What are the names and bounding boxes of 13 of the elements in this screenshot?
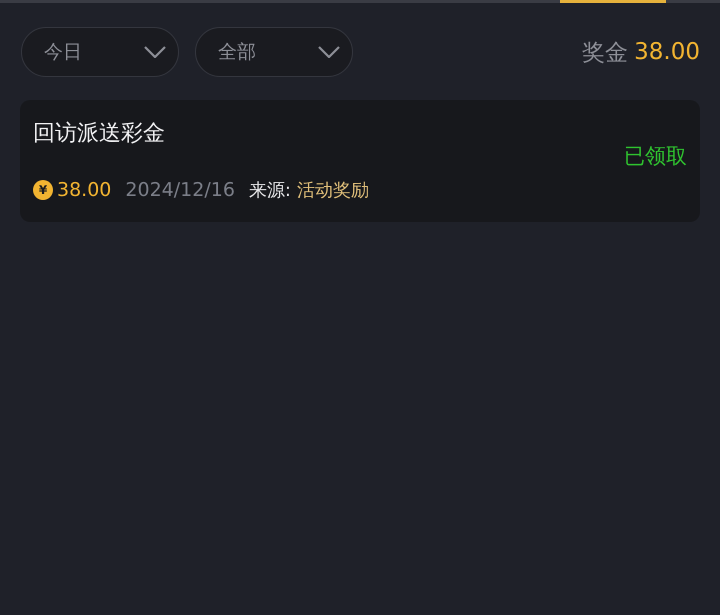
filter-dropdown[interactable]: 今日 — [21, 27, 179, 77]
record-amount: 38.00 — [57, 179, 112, 201]
chevron-down-icon — [144, 46, 166, 58]
chevron-down-icon — [318, 46, 340, 58]
coin-icon: ¥ — [33, 180, 53, 200]
bonus-label: 奖金 — [582, 38, 628, 68]
record-status: 已领取 — [624, 143, 687, 170]
source-value: 活动奖励 — [297, 179, 369, 202]
source-label: 来源: — [248, 179, 291, 202]
record-title: 回访派送彩金 — [33, 120, 166, 148]
record-date: 2024/12/16 — [125, 179, 235, 201]
bonus-amount: 38.00 — [634, 39, 700, 65]
filter-dropdown[interactable]: 全部 — [195, 27, 353, 77]
